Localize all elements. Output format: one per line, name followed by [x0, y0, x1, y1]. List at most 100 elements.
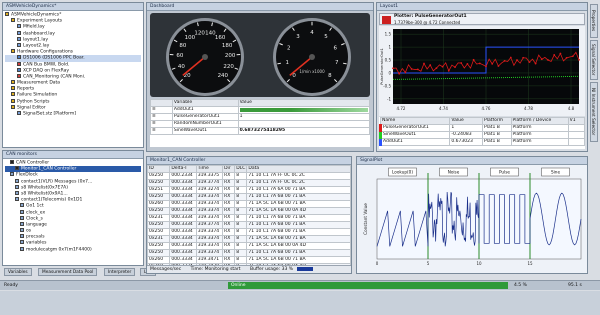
legend-cell: AddOut1	[378, 138, 451, 146]
tree-item-label: CAN_Monitoring (CAN Moni.	[23, 74, 86, 80]
legend-cell: Platform	[510, 138, 569, 146]
plotter-svg: 1.510.50-0.5-14.72 4.74 4.76 4.78 4.8PulseGe…	[379, 26, 585, 116]
legend-cell: SineWaveOut1	[378, 131, 451, 139]
legend-cell: PulseGeneratorOut1	[378, 124, 451, 132]
table-row[interactable]: 0x250 000.3334 319.3374 RX 8 71 1A 5C 1A 6B 0…	[147, 242, 351, 250]
dashboard-title: Dashboard	[147, 3, 373, 11]
tab-measurement-data-pool[interactable]: Measurement Data Pool	[38, 268, 98, 276]
random-series-point	[503, 59, 506, 62]
legend-cell	[567, 124, 586, 132]
table-row[interactable]: ≡ RandomNumberOut1	[150, 120, 371, 128]
can-tree-pane: CAN monitors CAN Controller Monitor1_CAN …	[2, 150, 144, 266]
variable-name: PulseGeneratorOut1	[171, 113, 239, 121]
table-row[interactable]: 0x250 000.3334 319.3774 RX 8 71 10 C1 7A FF 0…	[147, 179, 351, 187]
gauge-tick-label: 1	[286, 60, 290, 66]
node-icon	[20, 234, 24, 239]
tab-interpreter[interactable]: Interpreter	[104, 268, 136, 276]
gauge-unit-label: 1/min x1000	[299, 69, 325, 74]
folder-icon	[11, 104, 15, 109]
desktop-background	[0, 291, 600, 315]
x-tick-label: 4.78	[524, 106, 533, 111]
row-icon-cell: ≡	[150, 113, 173, 121]
tree-item-label: contact1(VLR) Messages (0x7...	[21, 179, 93, 185]
message-cell: 000.3334	[169, 249, 197, 257]
gauge-panel: 20 40 60 80 100 120 140 160 180 200 220 240 0 1 2 3 4 5 6 7…	[150, 13, 370, 97]
random-series-point	[516, 59, 518, 61]
tree-item[interactable]: SignalSet.stz [Platform]	[5, 111, 141, 117]
message-cell: 319.3774	[195, 221, 224, 229]
column-header[interactable]: ID	[147, 165, 171, 173]
tree-item-label: CAN Bus BMW, Bold.	[23, 62, 70, 67]
table-row[interactable]: 0x250 000.3334 319.3374 RX 8 71 10 C1 7A 6B 0…	[147, 193, 351, 201]
tab-instrument-selector[interactable]: NI Instrument Selector	[590, 82, 598, 142]
legend-cell: 0.673023	[449, 138, 483, 146]
message-cell: 8	[234, 179, 248, 187]
folder-icon	[11, 49, 15, 54]
variable-table: Variable Value ≡ AddOut1 ≡ PulseGeneratorOut1…	[150, 99, 371, 147]
random-series-point	[447, 69, 450, 72]
table-row[interactable]: PulseGeneratorOut1 1 Plat1 B Platform	[378, 124, 586, 132]
message-cell: RX	[222, 214, 236, 222]
column-header[interactable]: Data	[246, 165, 351, 173]
table-row[interactable]: 0x251 000.3334 319.3274 RX 8 71 10 C1 7A 6A 0…	[147, 186, 351, 194]
tree-item-label: os	[26, 228, 32, 234]
tab-properties[interactable]: Properties	[590, 4, 598, 38]
gauge-tick-label: 240	[218, 73, 229, 79]
tree-item-label: SignalSet.stz [Platform]	[23, 111, 77, 117]
column-header: Value	[237, 99, 371, 107]
online-bar: Online	[228, 282, 508, 289]
table-row[interactable]: 0x250 000.3334 319.3774 RX 8 71 10 C1 7A 6B 0…	[147, 221, 351, 229]
tree-item-label: FlexDlock	[16, 172, 38, 178]
layout-pane: Layout1 Plotter: PulseGeneratorOut1 1.73…	[376, 2, 588, 152]
random-series-point	[578, 58, 580, 61]
tree-item-label: s8 Whitelist(0x7E7A)	[21, 185, 69, 191]
tab-variables[interactable]: Variables	[4, 268, 32, 276]
message-cell: 8	[234, 200, 248, 208]
node-icon	[20, 203, 24, 208]
folder-icon	[11, 18, 15, 23]
table-row[interactable]: 0x231 000.3334 319.3374 RX 8 71 10 C1 7A 6B 0…	[147, 214, 351, 222]
folder-icon	[17, 73, 21, 78]
table-row[interactable]: 0x260 000.3334 319.3374 RX 8 71 1A 5C 1A 6B 0…	[147, 200, 351, 208]
gauge-tick-label: 3	[296, 34, 300, 40]
tree-item-label: Python Scripts	[17, 99, 50, 105]
table-row[interactable]: 0x250 000.3334 319.3374 RX 8 71 1A 5C 1A 6B 0…	[147, 207, 351, 215]
monitor-time: Time: Monitoring start	[190, 267, 241, 272]
message-cell: 8	[234, 228, 248, 236]
message-cell: 000.3334	[169, 214, 197, 222]
message-cell: 0x251	[147, 186, 171, 194]
table-row[interactable]: AddOut1 0.673023 Plat1 B Platform	[378, 138, 586, 146]
column-header[interactable]: Delta-T	[169, 165, 197, 173]
legend-cell	[567, 138, 586, 146]
gauge-tick	[277, 62, 282, 65]
message-cell: 000.3334	[169, 193, 197, 201]
plotter-legend: Name Value Platform Platform / Device V1 Puls…	[378, 117, 586, 149]
random-series-point	[472, 58, 475, 61]
column-header[interactable]: DLC	[234, 165, 248, 173]
table-row[interactable]: 0x250 000.3334 319.3374 RX 8 71 10 C1 7A 6B 0…	[147, 249, 351, 257]
layout-title: Layout1	[377, 3, 587, 11]
column-header[interactable]: Dir	[222, 165, 236, 173]
tree-item-label: clock_ex	[26, 210, 46, 215]
table-row[interactable]: 0x250 000.2334 319.3375 RX 8 71 10 C1 7A FF 0…	[147, 172, 351, 180]
random-series-point	[497, 65, 500, 67]
table-row[interactable]: ≡ SineWaveOut1 0.6873275418295	[150, 127, 371, 135]
table-row[interactable]: ≡ AddOut1	[150, 106, 371, 114]
random-series-point	[435, 67, 438, 70]
column-header[interactable]: Time	[195, 165, 224, 173]
message-cell: 000.3334	[169, 200, 197, 208]
tab-signal-selector[interactable]: Signal Selector	[590, 40, 598, 80]
tree-item[interactable]: modulecatgm 0x7(m1F4400)	[5, 246, 141, 253]
table-row[interactable]: SineWaveOut1 -0.24083 Plat1 B Platform	[378, 131, 586, 139]
table-row[interactable]: ≡ PulseGeneratorOut1 1	[150, 113, 371, 121]
folder-icon	[17, 111, 21, 115]
message-cell: 8	[234, 186, 248, 194]
message-cell: 8	[234, 256, 248, 264]
plotter-icon	[382, 16, 391, 24]
table-row[interactable]: 0x231 000.3334 319.3374 RX 8 71 1A 5C 1A 6B 0…	[147, 235, 351, 243]
table-row[interactable]: 0x250 000.3334 319.3374 RX 8 71 10 C1 7A 6B 0…	[147, 228, 351, 236]
x-tick-label: 4.76	[482, 106, 491, 111]
message-cell: 71 10 C1 7A FF 0C 0C 2C	[246, 172, 351, 180]
table-row[interactable]: 0x260 000.3334 319.3471 RX 8 71 1A 5C 1A 6B 0…	[147, 256, 351, 264]
project-tree-pane: ASMVehicleDynamics* ASMVehicleDynamics* E…	[2, 2, 144, 148]
